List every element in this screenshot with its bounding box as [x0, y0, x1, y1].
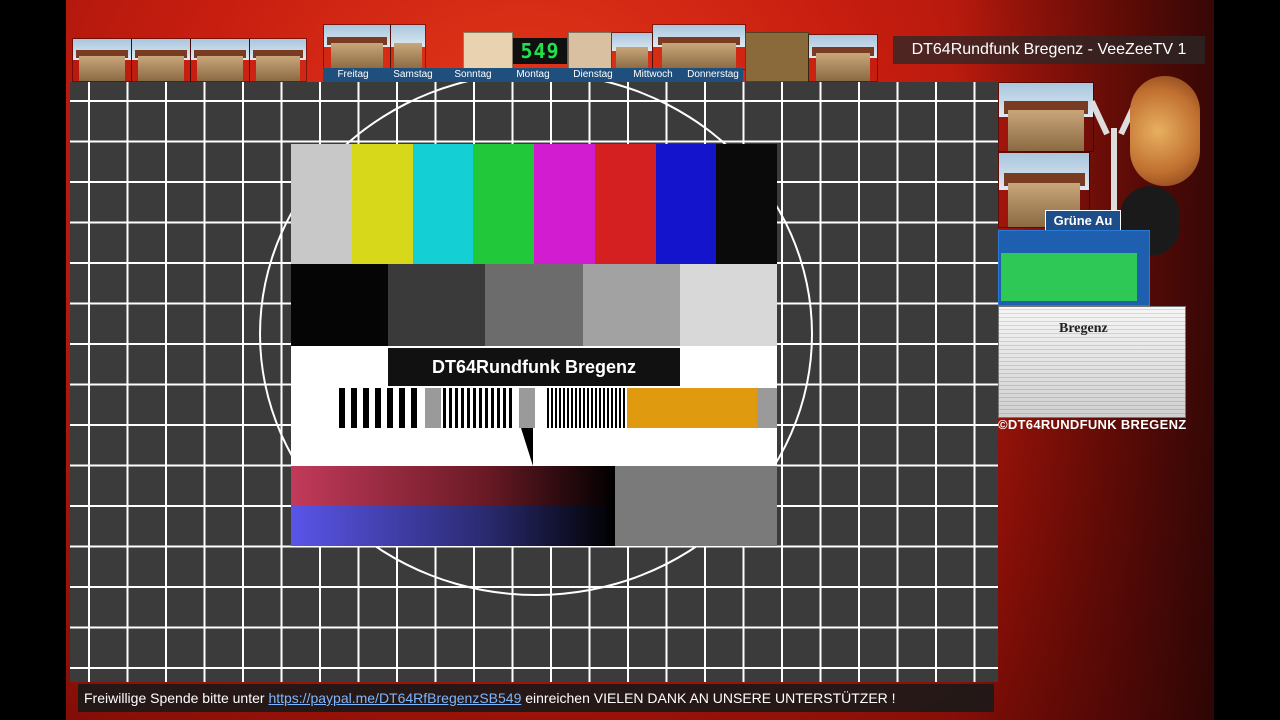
color-bar: [291, 144, 352, 264]
blue-ramp: [291, 506, 615, 546]
thumbnail-schloss: [190, 38, 250, 82]
day-label: Montag: [516, 69, 550, 80]
mascot-graphic: [1120, 76, 1204, 256]
day-label: Freitag: [337, 69, 369, 80]
station-label: Grüne Au: [1045, 210, 1121, 232]
thumbnail-church: [249, 38, 307, 82]
day-label: Dienstag: [573, 69, 613, 80]
ticker-suffix: einreichen VIELEN DANK AN UNSERE UNTERST…: [521, 690, 896, 706]
thumbnail-dienstag-portrait: [568, 32, 612, 70]
color-bar: [473, 144, 534, 264]
grey-step: [388, 264, 486, 346]
grey-block: [615, 466, 777, 546]
color-bar: [534, 144, 595, 264]
day-label: Donnerstag: [687, 69, 739, 80]
color-bar: [351, 144, 413, 264]
thumbnail-houses: [131, 38, 191, 82]
day-label: Sonntag: [454, 69, 492, 80]
thumbnail-sonntag-portrait: [463, 32, 513, 70]
schedule-days-bar: Freitag Samstag Sonntag Montag Dienstag …: [323, 68, 743, 82]
thumbnail-kronach: [72, 38, 132, 82]
paypal-link[interactable]: https://paypal.me/DT64RfBregenzSB549: [268, 690, 521, 706]
test-card-label: DT64Rundfunk Bregenz: [388, 348, 680, 386]
grey-step: [582, 264, 680, 346]
test-card: DT64Rundfunk Bregenz: [70, 82, 998, 682]
test-card-inner: DT64Rundfunk Bregenz: [291, 144, 778, 546]
color-bar: [412, 144, 474, 264]
day-label: Mittwoch: [633, 69, 673, 80]
donation-ticker: Freiwillige Spende bitte unter https://p…: [78, 684, 994, 712]
grey-step: [291, 264, 389, 346]
thumbnail-tv-set: [745, 32, 809, 82]
frequency-burst: [339, 388, 777, 428]
center-marker: [521, 428, 533, 466]
video-frame: 549 Freitag Samstag Sonntag Montag Diens…: [0, 0, 1280, 720]
thumbnail-donnerstag: [652, 24, 746, 70]
color-bar: [716, 144, 777, 264]
label-and-burst-area: DT64Rundfunk Bregenz: [291, 346, 777, 466]
red-ramp: [291, 466, 615, 506]
grey-step: [679, 264, 778, 346]
channel-title: DT64Rundfunk Bregenz - VeeZeeTV 1: [893, 36, 1205, 64]
thumbnail-stronach: [998, 82, 1094, 152]
grey-steps: [291, 264, 778, 346]
thumbnail-village: [808, 34, 878, 82]
clock-display: 549: [513, 38, 567, 64]
bregenz-engraving: Bregenz: [998, 306, 1186, 418]
copyright-text: ©DT64RUNDFUNK BREGENZ: [998, 417, 1187, 432]
thumbnail-samstag: [390, 24, 426, 70]
ticker-prefix: Freiwillige Spende bitte unter: [84, 690, 269, 706]
thumbnail-freitag: [323, 24, 391, 70]
level-meter-fill: [1001, 253, 1137, 301]
color-bar: [655, 144, 717, 264]
thumbnail-mittwoch: [611, 32, 653, 70]
grey-step: [485, 264, 583, 346]
level-meter: [998, 230, 1150, 306]
day-label: Samstag: [393, 69, 433, 80]
color-bars: [291, 144, 777, 264]
color-bar: [594, 144, 656, 264]
